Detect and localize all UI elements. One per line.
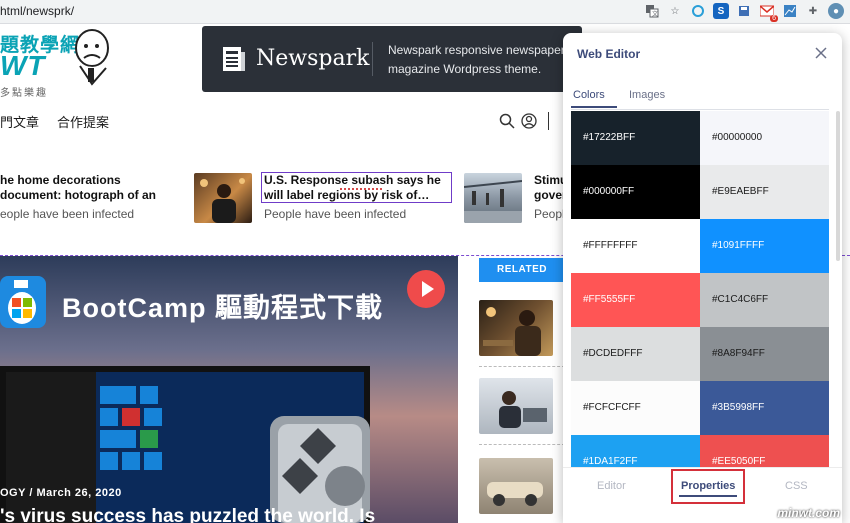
related-thumb-3[interactable]: [479, 458, 553, 514]
banner-text: Newspark responsive newspaper magazine W…: [388, 43, 565, 76]
save-ext-icon[interactable]: [736, 3, 752, 19]
bootcamp-app-icon: [0, 276, 46, 328]
editor-tabs: Colors Images: [571, 85, 829, 110]
logo-line2: WT: [0, 50, 46, 81]
nav-item-collab[interactable]: 合作提案: [57, 112, 109, 131]
logo-line3: 多點樂趣: [0, 88, 48, 99]
color-swatch[interactable]: #C1C4C6FF: [700, 273, 829, 327]
profile-avatar[interactable]: ●: [828, 3, 844, 19]
user-icon[interactable]: [521, 113, 537, 129]
color-swatch[interactable]: #EE5050FF: [700, 435, 829, 467]
tab-colors[interactable]: Colors: [573, 89, 605, 101]
color-swatch[interactable]: #FCFCFCFF: [571, 381, 700, 435]
related-divider-2: [479, 444, 565, 445]
newspaper-icon: [223, 47, 245, 71]
play-button[interactable]: [407, 270, 445, 308]
tab-css[interactable]: CSS: [785, 480, 808, 492]
color-swatch[interactable]: #1DA1F2FF: [571, 435, 700, 467]
color-swatch[interactable]: #DCDEDFFF: [571, 327, 700, 381]
color-swatch[interactable]: #00000000: [700, 111, 829, 165]
color-swatch[interactable]: #E9EAEBFF: [700, 165, 829, 219]
star-icon[interactable]: ☆: [667, 3, 683, 19]
color-swatch[interactable]: #000000FF: [571, 165, 700, 219]
color-swatch[interactable]: #1091FFFF: [700, 219, 829, 273]
properties-highlight-box: [671, 469, 745, 504]
nav-item-popular[interactable]: 門文章: [0, 112, 39, 131]
extension-icons: 文 ☆ S 6 ✚ ●: [644, 3, 844, 22]
color-swatch[interactable]: #FF5555FF: [571, 273, 700, 327]
site-logo[interactable]: 題教學網 WT 多點樂趣: [0, 26, 110, 99]
hero-category[interactable]: OGY: [0, 487, 26, 499]
ticker-title-3[interactable]: Stimu gover: [534, 173, 567, 203]
swatch-scrollbar[interactable]: [836, 111, 840, 261]
close-icon[interactable]: [812, 44, 830, 62]
ticker-sub-2: People have been infected: [264, 207, 407, 221]
related-thumb-2[interactable]: [479, 378, 553, 434]
hero-date: March 26, 2020: [36, 487, 122, 499]
newspark-banner[interactable]: Newspark Newspark responsive newspaper m…: [202, 26, 582, 92]
header-divider: [548, 112, 549, 130]
puzzle-icon[interactable]: ✚: [805, 3, 821, 19]
active-tab-indicator: [571, 106, 617, 108]
s-ext-icon[interactable]: S: [713, 3, 729, 19]
editor-title: Web Editor: [577, 47, 641, 61]
address-bar[interactable]: html/newsprk/: [0, 4, 74, 18]
tab-images[interactable]: Images: [629, 89, 665, 101]
search-icon[interactable]: [499, 113, 515, 129]
color-swatch[interactable]: #FFFFFFFF: [571, 219, 700, 273]
web-editor-panel: Web Editor Colors Images #17222BFF #00000…: [563, 33, 842, 523]
browser-toolbar: html/newsprk/ 文 ☆ S 6 ✚ ●: [0, 0, 850, 24]
refresh-ext-icon[interactable]: [690, 3, 706, 19]
related-tab[interactable]: RELATED: [479, 258, 565, 282]
spellcheck-squiggle: [340, 186, 382, 190]
hero-category-date: OGY / March 26, 2020: [0, 487, 122, 499]
gmail-badge: 6: [770, 15, 778, 22]
svg-text:文: 文: [652, 10, 658, 18]
banner-brand: Newspark: [256, 46, 370, 71]
tab-editor[interactable]: Editor: [597, 480, 626, 492]
ticker-sub-1: eople have been infected: [0, 207, 135, 221]
related-divider-1: [479, 366, 565, 367]
color-swatch[interactable]: #8A8F94FF: [700, 327, 829, 381]
hero-headline[interactable]: 's virus success has puzzled the world. …: [0, 506, 375, 523]
mascot-icon: [75, 29, 109, 86]
watermark: minwt.com: [777, 506, 840, 520]
ticker-title-1[interactable]: he home decorations document: hotograph …: [0, 173, 180, 203]
color-swatch-grid: #17222BFF #00000000 #000000FF #E9EAEBFF #FFF…: [571, 111, 829, 467]
ticker-thumb-3[interactable]: [464, 173, 522, 223]
related-thumb-1[interactable]: [479, 300, 553, 356]
ticker-thumb-2[interactable]: [194, 173, 252, 223]
banner-divider: [372, 42, 373, 76]
chart-ext-icon[interactable]: [782, 3, 798, 19]
hero-article[interactable]: BootCamp 驅動程式下載 OGY / March 26, 2020 's …: [0, 256, 458, 523]
translate-icon[interactable]: 文: [644, 3, 660, 19]
color-swatch[interactable]: #17222BFF: [571, 111, 700, 165]
color-swatch[interactable]: #3B5998FF: [700, 381, 829, 435]
gmail-icon[interactable]: 6: [759, 3, 778, 22]
hero-title: BootCamp 驅動程式下載: [62, 293, 383, 323]
